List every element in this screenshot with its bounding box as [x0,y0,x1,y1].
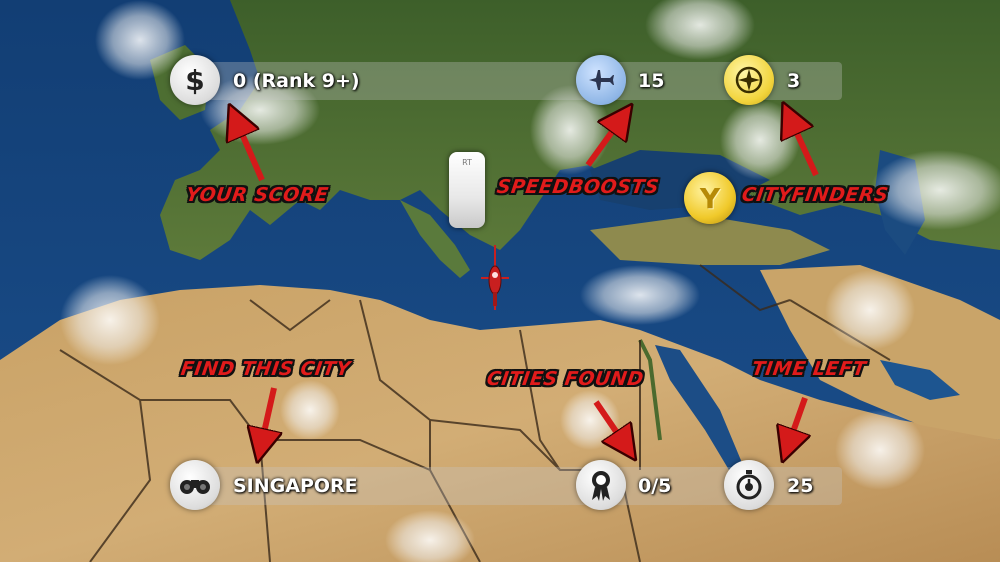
callout-speedboosts: SPEEDBOOSTS [495,176,661,198]
rt-trigger-label: RT [462,158,472,167]
cityfinders-value: 3 [787,70,801,92]
stopwatch-icon [724,460,774,510]
callout-find-this-city: FIND THIS CITY [179,358,352,380]
speedboosts-value: 15 [638,70,665,92]
callout-cityfinders: CITYFINDERS [740,184,890,206]
score-value: 0 (Rank 9+) [233,70,360,92]
compass-icon [724,55,774,105]
callout-your-score: YOUR SCORE [184,184,330,206]
rt-trigger-icon: RT [449,152,485,228]
ribbon-icon [576,460,626,510]
dollar-icon: $ [170,55,220,105]
target-city-value: SINGAPORE [233,475,358,497]
y-button-label: Y [699,181,721,215]
binoculars-icon [170,460,220,510]
callout-time-left: TIME LEFT [750,358,868,380]
cities-found-value: 0/5 [638,475,672,497]
jet-icon [576,55,626,105]
y-button-icon: Y [684,172,736,224]
callout-cities-found: CITIES FOUND [485,368,646,390]
time-left-value: 25 [787,475,814,497]
